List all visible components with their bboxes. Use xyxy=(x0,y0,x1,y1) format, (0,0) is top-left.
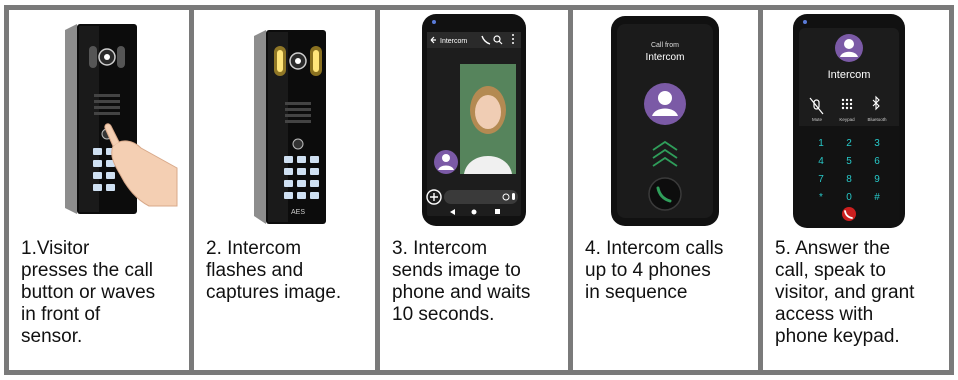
nav-home-icon xyxy=(471,209,477,215)
step-panel-5: Intercom Mute Keypad Bluetooth 1 2 3 4 5 xyxy=(763,10,949,370)
control-label-bluetooth: Bluetooth xyxy=(867,117,887,122)
mic-icon xyxy=(512,193,515,200)
device-logo: AES xyxy=(291,209,305,216)
step-caption: 3. Intercom sends image to phone and wai… xyxy=(392,238,531,325)
control-label-mute: Mute xyxy=(812,117,823,122)
step-panel-1: 1.Visitor presses the call button or wav… xyxy=(9,10,189,370)
phone-image-illustration: Intercom xyxy=(422,14,526,226)
key-1: 1 xyxy=(818,138,824,149)
control-label-keypad: Keypad xyxy=(839,117,855,122)
step-panel-3: Intercom 3. Intercom sends image to phon… xyxy=(380,10,568,370)
more-icon xyxy=(512,34,514,36)
step-caption: 1.Visitor presses the call button or wav… xyxy=(21,238,156,347)
key-hash: # xyxy=(874,192,880,203)
key-0: 0 xyxy=(846,192,852,203)
answer-button xyxy=(648,177,682,211)
caller-name: Intercom xyxy=(828,69,871,81)
key-7: 7 xyxy=(818,174,824,185)
message-input xyxy=(444,190,518,204)
phone-incoming-call-illustration: Call from Intercom xyxy=(611,16,719,226)
step-panel-4: Call from Intercom 4. Intercom calls up … xyxy=(573,10,758,370)
caller-name: Intercom xyxy=(646,52,685,63)
keypad-icon xyxy=(841,98,853,110)
step-caption: 5. Answer the call, speak to visitor, an… xyxy=(775,238,915,347)
key-6: 6 xyxy=(874,156,880,167)
step-caption: 2. Intercom flashes and captures image. xyxy=(206,238,342,303)
key-star: * xyxy=(819,192,823,203)
key-8: 8 xyxy=(846,174,852,185)
hang-up-button xyxy=(842,207,856,221)
phone3-contact-name: Intercom xyxy=(440,38,467,45)
key-9: 9 xyxy=(874,174,880,185)
nav-recents-icon xyxy=(495,209,500,214)
intercom-flash-illustration: AES xyxy=(254,30,326,224)
key-3: 3 xyxy=(874,138,880,149)
key-5: 5 xyxy=(846,156,852,167)
key-2: 2 xyxy=(846,138,852,149)
steps-frame: 1.Visitor presses the call button or wav… xyxy=(4,5,954,375)
step-panel-2: AES 2. Intercom flashes and captures ima… xyxy=(194,10,375,370)
call-from-label: Call from xyxy=(651,42,679,49)
key-4: 4 xyxy=(818,156,824,167)
phone-keypad-illustration: Intercom Mute Keypad Bluetooth 1 2 3 4 5 xyxy=(793,14,905,228)
step-caption: 4. Intercom calls up to 4 phones in sequ… xyxy=(585,238,724,303)
intercom-touch-illustration xyxy=(65,24,178,214)
